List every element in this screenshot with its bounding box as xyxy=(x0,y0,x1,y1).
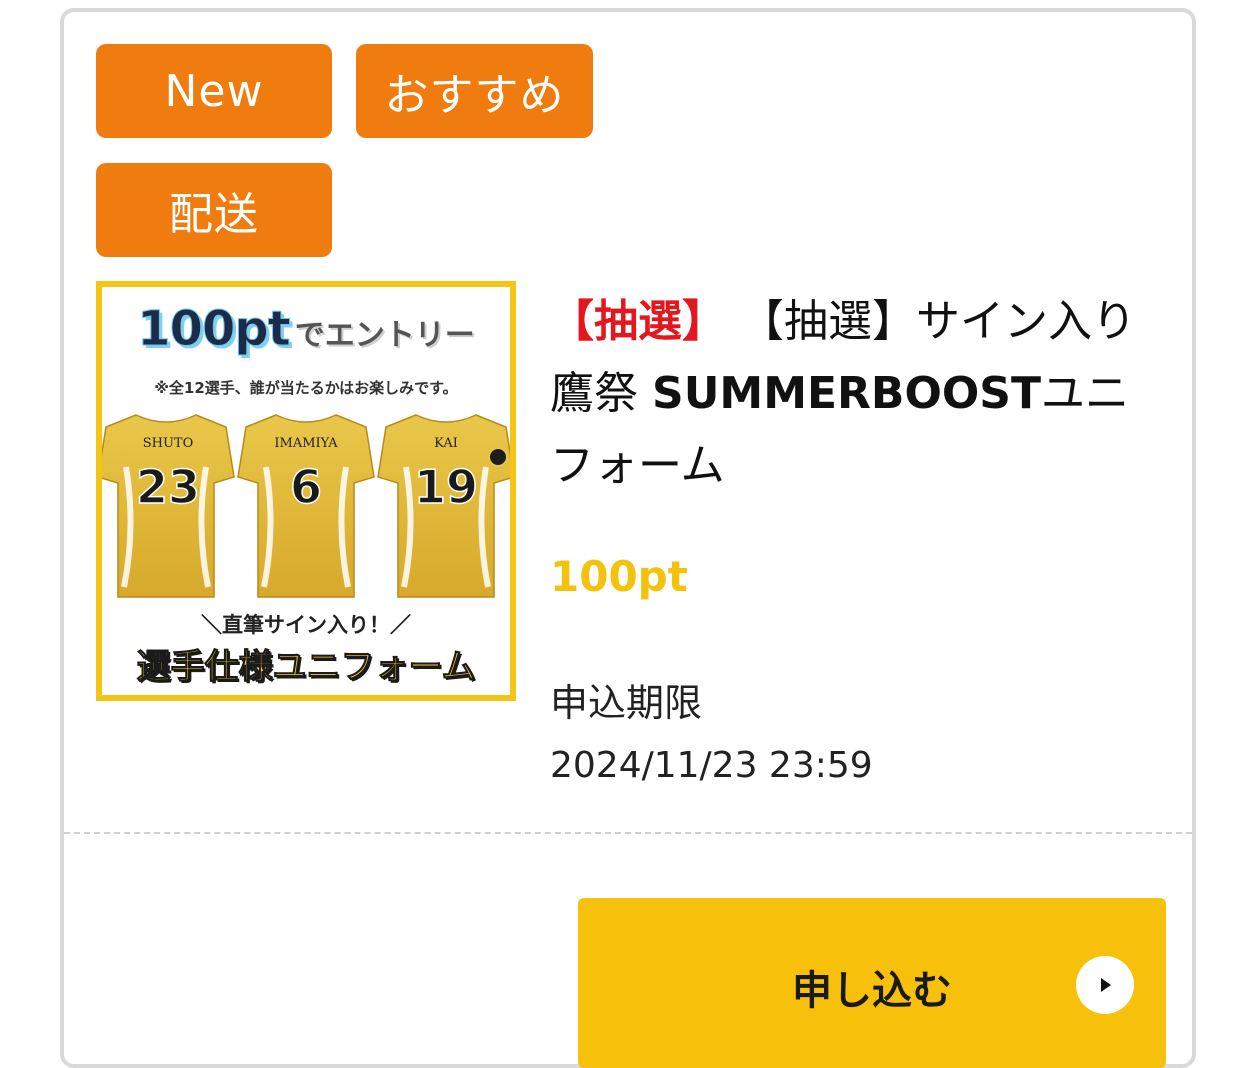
jersey-2-name: IMAMIYA xyxy=(274,436,338,451)
thumbnail-note: ※全12選手、誰が当たるかはお楽しみです。 xyxy=(154,379,458,397)
thumbnail-entry: でエントリー xyxy=(294,318,475,353)
tag-recommend: おすすめ xyxy=(356,44,593,138)
deadline-label: 申込期限 xyxy=(550,681,703,725)
tag-new: New xyxy=(96,44,332,138)
title-bold-text: SUMMERBOOST xyxy=(652,368,1041,419)
jersey-2-number: 6 xyxy=(290,460,322,514)
jersey-3: KAI 19 xyxy=(377,414,510,598)
thumbnail-points: 100pt xyxy=(137,301,291,358)
jersey-2: IMAMIYA 6 xyxy=(237,414,375,598)
item-points: 100pt xyxy=(550,552,688,601)
thumbnail-headline: 100pt でエントリー xyxy=(102,301,510,358)
lottery-label: 【抽選】 xyxy=(550,296,726,347)
item-thumbnail[interactable]: 100pt でエントリー ※全12選手、誰が当たるかはお楽しみです。 SHUTO… xyxy=(96,281,516,701)
apply-button[interactable]: 申し込む xyxy=(578,898,1166,1068)
jersey-3-name: KAI xyxy=(434,436,458,451)
jersey-1-number: 23 xyxy=(136,460,200,514)
item-card: New おすすめ 配送 100pt でエントリー ※全12選手、誰が当たるかはお… xyxy=(60,8,1196,1068)
jersey-3-number: 19 xyxy=(414,460,478,514)
thumbnail-mainline: 選手仕様ユニフォーム xyxy=(136,647,476,688)
item-title[interactable]: 【抽選】 【抽選】サイン入り鷹祭 SUMMERBOOSTユニフォーム xyxy=(550,286,1160,502)
jersey-1: SHUTO 23 xyxy=(102,414,235,598)
dashed-divider xyxy=(64,832,1192,834)
jersey-1-name: SHUTO xyxy=(143,436,194,451)
tag-shipping: 配送 xyxy=(96,163,332,257)
jerseys-illustration: SHUTO 23 IMAMIYA 6 KAI 19 xyxy=(102,414,510,598)
thumbnail-subline: ＼直筆サイン入り！／ xyxy=(201,613,411,637)
play-arrow-icon xyxy=(1076,956,1134,1014)
deadline-value: 2024/11/23 23:59 xyxy=(550,745,873,786)
